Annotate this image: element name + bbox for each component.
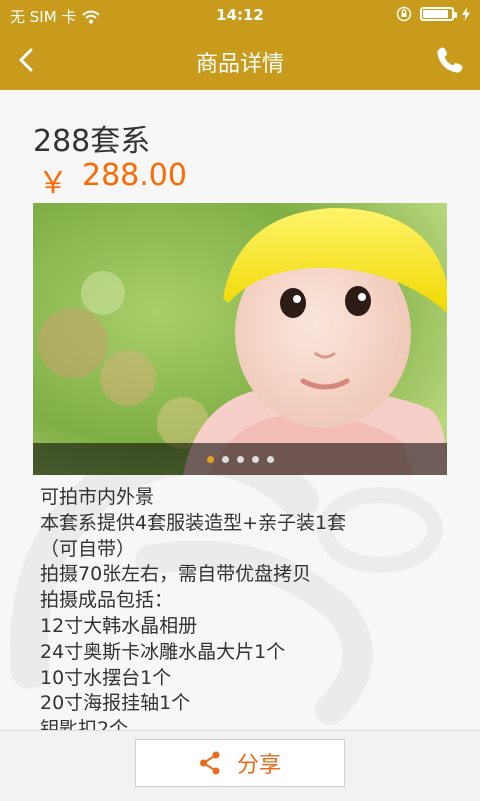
page-title: 商品详情 [195, 52, 284, 77]
currency-symbol: ￥ [38, 166, 68, 201]
battery-fill [423, 10, 449, 18]
battery-icon [420, 7, 457, 21]
description-line: 20寸海报挂轴1个 [40, 692, 191, 715]
description-line: 10寸水摆台1个 [40, 666, 172, 689]
carousel-dot[interactable] [236, 455, 244, 463]
carousel-dot[interactable] [206, 455, 214, 463]
description-line: 本套系提供4套服装造型+亲子装1套 [40, 511, 347, 534]
status-right [396, 6, 470, 22]
phone-icon[interactable] [434, 44, 466, 76]
description-line: 拍摄70张左右，需自带优盘拷贝 [40, 563, 312, 586]
description-line: 钥匙扣2个 [40, 718, 129, 730]
description-line: （可自带） [40, 537, 136, 560]
carousel-dot[interactable] [221, 455, 229, 463]
carousel-indicator [33, 443, 447, 475]
description-line: 拍摄成品包括： [40, 589, 174, 612]
share-icon [199, 751, 220, 775]
description-line: 可拍市内外景 [40, 486, 155, 508]
product-price: ￥ 288.00 [38, 158, 187, 202]
rotation-lock-icon [396, 6, 412, 22]
share-button[interactable]: 分享 [135, 739, 345, 787]
product-description: 可拍市内外景本套系提供4套服装造型+亲子装1套 （可自带） 拍摄70张左右，需自带优… [40, 485, 460, 730]
charging-icon [462, 7, 470, 21]
carousel-dot[interactable] [266, 455, 274, 463]
status-bar: 无 SIM 卡 14:12 [0, 0, 480, 30]
bottom-bar: 分享 [0, 730, 480, 801]
description-line: 24寸奥斯卡冰雕水晶大片1个 [40, 640, 286, 663]
description-line: 12寸大韩水晶相册 [40, 614, 198, 637]
nav-bar: 商品详情 [0, 30, 480, 90]
carousel-dot[interactable] [251, 455, 259, 463]
product-photo [33, 203, 447, 475]
price-value: 288.00 [82, 158, 187, 193]
image-carousel[interactable] [33, 203, 447, 475]
product-title: 288套系 [33, 124, 151, 159]
product-detail: 288套系 ￥ 288.00 可拍市内外景 本套系提供4套服装造型+亲子装1套 … [0, 90, 480, 730]
share-label: 分享 [236, 753, 281, 778]
